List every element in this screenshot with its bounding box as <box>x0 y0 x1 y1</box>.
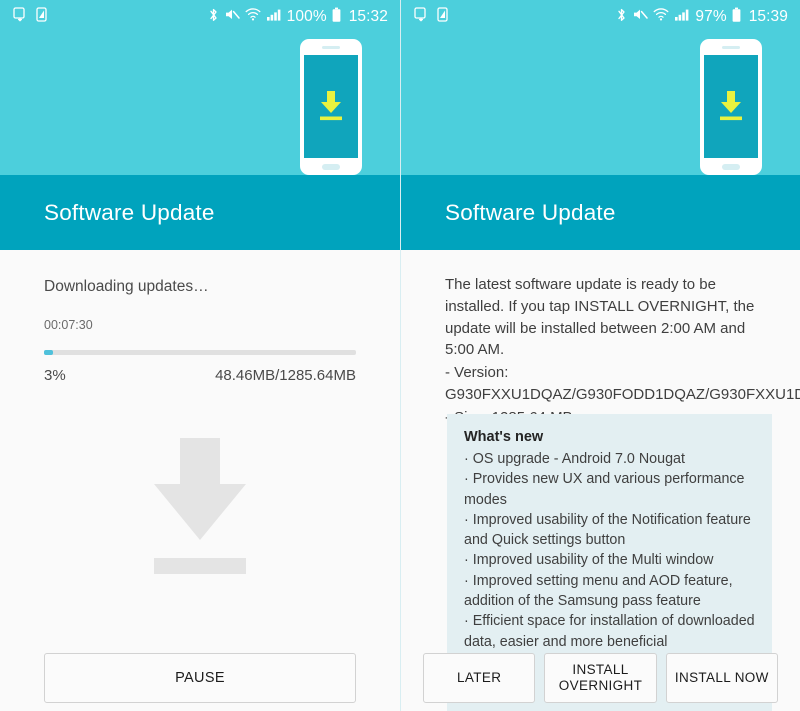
wifi-icon <box>653 7 669 27</box>
wifi-icon <box>245 7 261 27</box>
status-bar-right-icons: 97% 15:39 <box>616 7 788 28</box>
screen-capture-icon <box>13 7 27 27</box>
phone-speaker <box>322 46 340 49</box>
whats-new-item: · Improved usability of the Notification… <box>464 511 751 549</box>
progress-percent-label: 3% <box>44 367 66 384</box>
status-bar-left: 100% 15:32 <box>0 0 400 34</box>
update-description: The latest software update is ready to b… <box>445 274 800 428</box>
update-intro-text: The latest software update is ready to b… <box>445 276 755 359</box>
clock-label: 15:39 <box>748 8 788 25</box>
battery-percent-label: 97% <box>695 8 727 25</box>
whats-new-heading: What's new <box>464 429 544 445</box>
screen-downloading: 100% 15:32 Software Update Downloading u… <box>0 0 400 711</box>
whats-new-item: · Efficient space for installation of do… <box>464 613 755 650</box>
title-bar-left: Software Update <box>0 175 400 250</box>
battery-icon <box>732 7 741 28</box>
download-arrow-icon <box>154 438 246 574</box>
install-overnight-button[interactable]: INSTALL OVERNIGHT <box>544 653 657 703</box>
mute-icon <box>224 7 240 27</box>
smart-stay-icon <box>36 7 47 27</box>
install-now-button[interactable]: INSTALL NOW <box>665 653 778 703</box>
whats-new-item: · Improved setting menu and AOD feature,… <box>464 572 733 610</box>
whats-new-item: · OS upgrade - Android 7.0 Nougat <box>464 451 685 467</box>
phone-home-button <box>722 164 740 170</box>
progress-bar <box>44 350 356 355</box>
phone-home-button <box>322 164 340 170</box>
status-bar-left-icons <box>414 7 448 27</box>
title-bar-right: Software Update <box>401 175 800 250</box>
pause-button[interactable]: PAUSE <box>44 653 356 703</box>
smart-stay-icon <box>437 7 448 27</box>
hero-banner-right: 97% 15:39 <box>401 0 800 175</box>
status-bar-right-icons: 100% 15:32 <box>208 7 388 28</box>
progress-bar-fill <box>44 350 54 355</box>
download-size-label: 48.46MB/1285.64MB <box>215 367 356 384</box>
page-title: Software Update <box>44 199 215 225</box>
whats-new-item: · Improved usability of the Multi window <box>464 552 714 569</box>
signal-icon <box>674 7 690 27</box>
phone-download-illustration-left <box>300 39 362 175</box>
elapsed-time-label: 00:07:30 <box>44 318 93 332</box>
screen-ready-to-install: 97% 15:39 Software Update The latest sof… <box>400 0 800 711</box>
battery-icon <box>332 7 341 28</box>
content-right: The latest software update is ready to b… <box>401 250 800 711</box>
whats-new-list: · OS upgrade - Android 7.0 Nougat · Provi… <box>464 449 755 652</box>
mute-icon <box>632 7 649 27</box>
battery-percent-label: 100% <box>286 8 327 25</box>
action-buttons-left: PAUSE <box>0 653 400 703</box>
bluetooth-icon <box>208 7 219 28</box>
screen-capture-icon <box>414 7 428 27</box>
signal-icon <box>266 7 282 27</box>
content-left: Downloading updates… 00:07:30 3% 48.46MB… <box>0 250 400 711</box>
later-button[interactable]: LATER <box>423 653 536 703</box>
status-bar-left-icons <box>13 7 47 27</box>
download-arrow-icon <box>720 91 742 121</box>
screenshot-pair: 100% 15:32 Software Update Downloading u… <box>0 0 800 711</box>
action-buttons-right: LATER INSTALL OVERNIGHT INSTALL NOW <box>401 653 800 703</box>
status-bar-right: 97% 15:39 <box>401 0 800 34</box>
clock-label: 15:32 <box>348 8 388 25</box>
download-status-label: Downloading updates… <box>44 278 209 295</box>
hero-banner-left: 100% 15:32 <box>0 0 400 175</box>
page-title: Software Update <box>445 199 616 225</box>
phone-speaker <box>722 46 740 49</box>
bluetooth-icon <box>616 7 627 28</box>
phone-download-illustration-right <box>700 39 762 175</box>
download-arrow-icon <box>320 91 342 121</box>
whats-new-item: · Provides new UX and various performanc… <box>464 471 745 508</box>
version-line: - Version: G930FXXU1DQAZ/G930FODD1DQAZ/G… <box>445 364 800 403</box>
